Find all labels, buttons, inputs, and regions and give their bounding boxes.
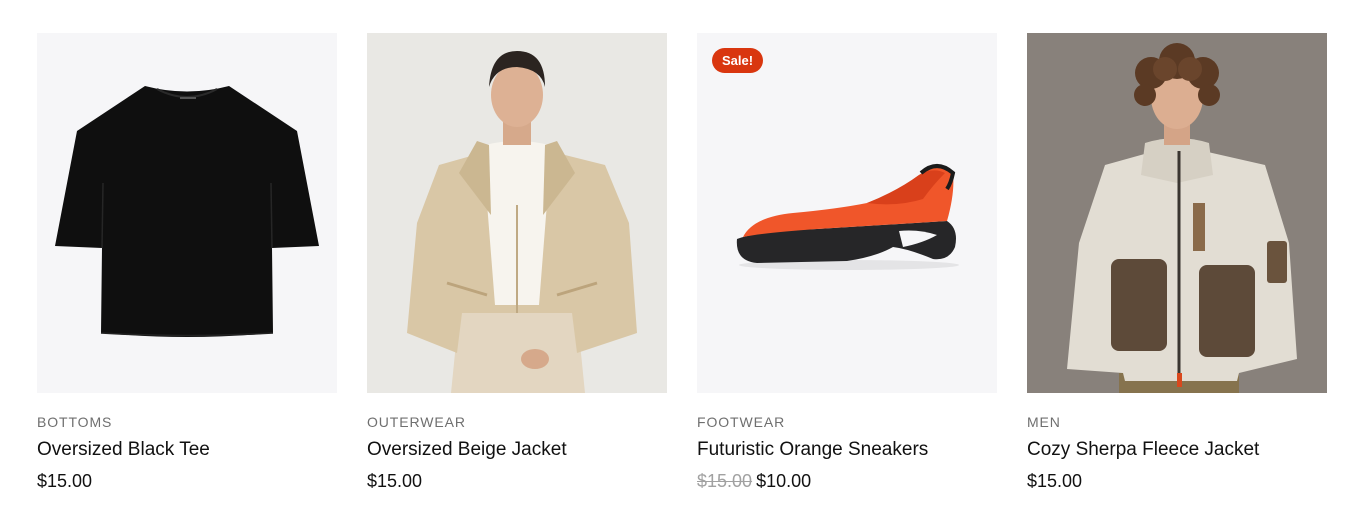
product-card[interactable]: BOTTOMS Oversized Black Tee $15.00 [37, 33, 337, 503]
product-image-link[interactable] [37, 33, 337, 393]
product-price-row: $15.00 $10.00 [697, 471, 811, 492]
product-card[interactable]: OUTERWEAR Oversized Beige Jacket $15.00 [367, 33, 667, 503]
product-category: BOTTOMS [37, 414, 113, 430]
product-price: $15.00 [367, 471, 423, 491]
product-title[interactable]: Cozy Sherpa Fleece Jacket [1027, 439, 1259, 461]
product-category: OUTERWEAR [367, 414, 466, 430]
product-card[interactable]: Sale! FOOTWEAR Futuristic Orange Sneaker… [697, 33, 997, 503]
man-sherpa-fleece-image [1027, 33, 1327, 393]
product-category: FOOTWEAR [697, 414, 786, 430]
product-price-row: $15.00 [37, 471, 92, 492]
black-tshirt-image [37, 33, 337, 393]
product-title[interactable]: Futuristic Orange Sneakers [697, 439, 928, 461]
product-price-row: $15.00 [367, 471, 422, 492]
product-grid: BOTTOMS Oversized Black Tee $15.00 OUTER… [37, 33, 1327, 503]
product-image-link[interactable] [367, 33, 667, 393]
sale-badge: Sale! [712, 48, 764, 73]
product-card[interactable]: MEN Cozy Sherpa Fleece Jacket $15.00 [1027, 33, 1327, 503]
product-title[interactable]: Oversized Beige Jacket [367, 439, 567, 461]
product-image-link[interactable]: Sale! [697, 33, 997, 393]
orange-sneaker-image [697, 33, 997, 393]
product-price: $15.00 [1027, 471, 1083, 491]
product-title[interactable]: Oversized Black Tee [37, 439, 210, 461]
product-image-link[interactable] [1027, 33, 1327, 393]
product-old-price: $15.00 [697, 471, 753, 491]
man-beige-jacket-image [367, 33, 667, 393]
product-category: MEN [1027, 414, 1061, 430]
product-price: $15.00 [37, 471, 93, 491]
product-price: $10.00 [756, 471, 812, 491]
product-price-row: $15.00 [1027, 471, 1082, 492]
